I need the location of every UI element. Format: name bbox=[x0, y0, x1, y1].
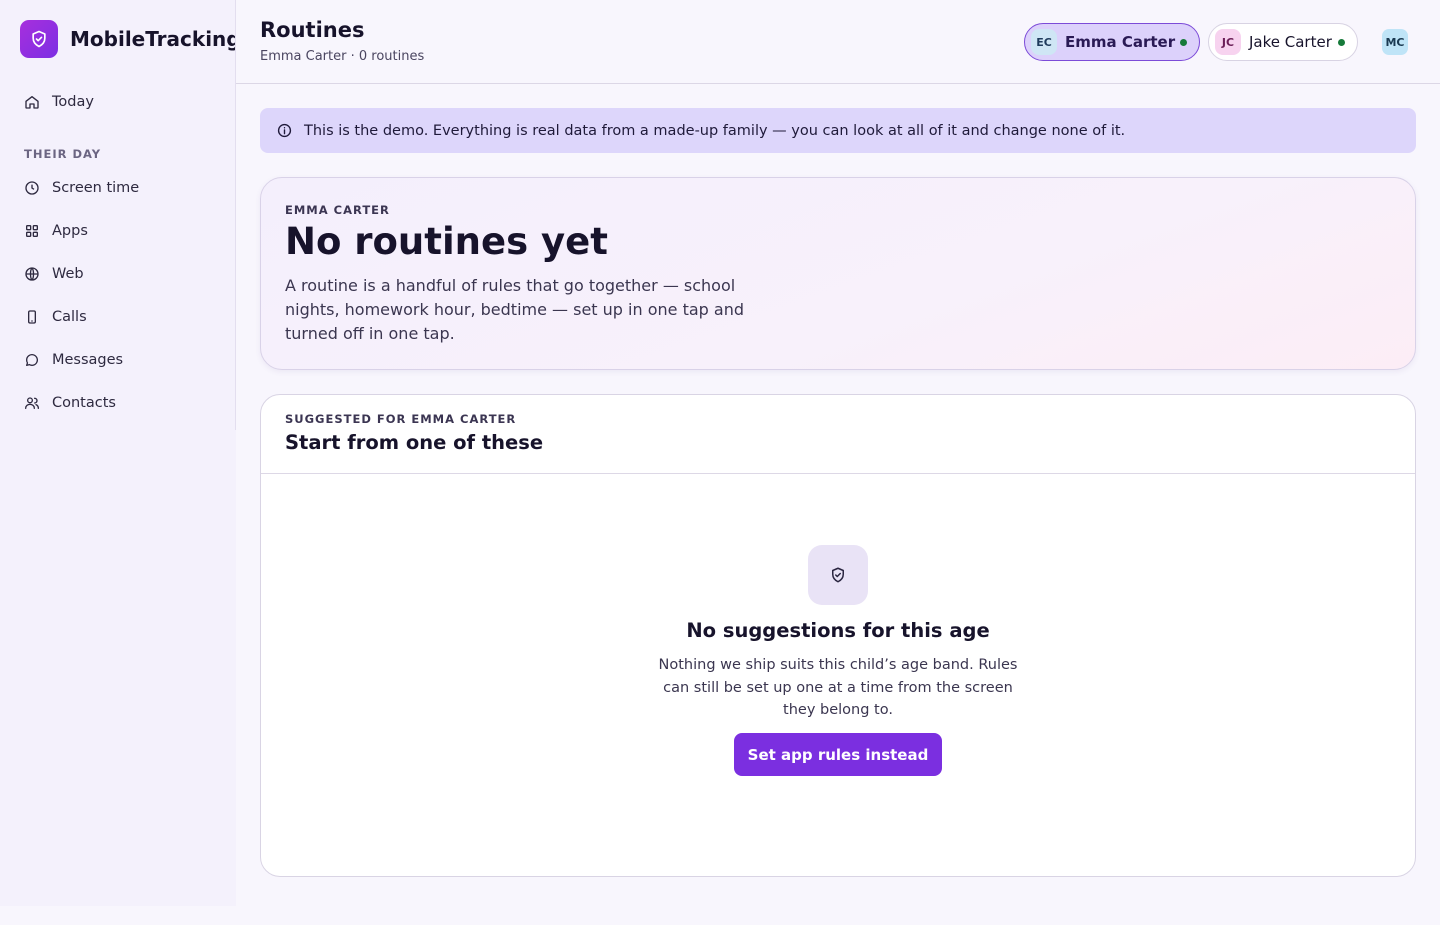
sidebar-item-label: Contacts bbox=[52, 395, 116, 411]
sidebar-section-label: THEIR DAY bbox=[24, 147, 102, 161]
empty-state-title: No suggestions for this age bbox=[686, 619, 990, 642]
hero-description: A routine is a handful of rules that go … bbox=[285, 276, 744, 343]
suggestions-title: Start from one of these bbox=[285, 431, 544, 454]
page-subtitle: Emma Carter · 0 routines bbox=[260, 49, 425, 64]
sidebar-item-today[interactable]: Today bbox=[24, 94, 94, 110]
user-avatar[interactable]: MC bbox=[1382, 29, 1408, 55]
sidebar-item-label: Calls bbox=[52, 309, 87, 325]
sidebar-item-calls[interactable]: Calls bbox=[24, 309, 87, 325]
suggestions-card: SUGGESTED FOR EMMA CARTER Start from one… bbox=[260, 394, 1416, 877]
shield-check-icon bbox=[20, 20, 58, 58]
info-icon bbox=[277, 123, 292, 138]
sidebar-item-contacts[interactable]: Contacts bbox=[24, 395, 116, 411]
sidebar-item-label: Messages bbox=[52, 352, 124, 368]
sidebar-item-label: Screen time bbox=[52, 180, 140, 196]
sidebar: MobileTracking Today THEIR DAY Screen ti… bbox=[0, 0, 241, 906]
suggestions-header: SUGGESTED FOR EMMA CARTER Start from one… bbox=[261, 395, 1415, 474]
sidebar-item-apps[interactable]: Apps bbox=[24, 223, 88, 239]
child-switch-jake-carter[interactable]: JC Jake Carter bbox=[1208, 23, 1358, 61]
sidebar-item-label: Web bbox=[52, 266, 84, 282]
sidebar-item-web[interactable]: Web bbox=[24, 266, 84, 282]
shield-check-icon bbox=[808, 545, 868, 605]
child-switch-emma-carter[interactable]: EC Emma Carter bbox=[1024, 23, 1200, 61]
set-app-rules-button[interactable]: Set app rules instead bbox=[734, 733, 942, 776]
brand[interactable]: MobileTracking bbox=[20, 20, 241, 58]
phone-icon bbox=[24, 309, 40, 325]
child-name: Jake Carter bbox=[1249, 33, 1332, 51]
app-name: MobileTracking bbox=[70, 27, 241, 51]
message-icon bbox=[24, 352, 40, 368]
banner-text: This is the demo. Everything is real dat… bbox=[304, 122, 1126, 139]
sidebar-item-screen-time[interactable]: Screen time bbox=[24, 180, 139, 196]
empty-state-description: Nothing we ship suits this child’s age b… bbox=[658, 657, 1018, 718]
top-bar: Routines Emma Carter · 0 routines EC Emm… bbox=[236, 0, 1440, 84]
clock-icon bbox=[24, 180, 40, 196]
avatar: EC bbox=[1031, 29, 1057, 55]
users-icon bbox=[24, 395, 40, 411]
globe-icon bbox=[24, 266, 40, 282]
avatar: JC bbox=[1215, 29, 1241, 55]
sidebar-item-messages[interactable]: Messages bbox=[24, 352, 123, 368]
page-title: Routines bbox=[260, 18, 365, 42]
online-status-dot bbox=[1180, 38, 1187, 46]
online-status-dot bbox=[1338, 38, 1345, 46]
suggestions-eyebrow: SUGGESTED FOR EMMA CARTER bbox=[285, 412, 517, 426]
grid-icon bbox=[24, 223, 40, 239]
hero-card: EMMA CARTER No routines yet A routine is… bbox=[260, 177, 1416, 370]
home-icon bbox=[24, 94, 40, 110]
demo-banner: This is the demo. Everything is real dat… bbox=[260, 108, 1416, 153]
hero-eyebrow: EMMA CARTER bbox=[285, 203, 390, 217]
child-name: Emma Carter bbox=[1065, 33, 1176, 51]
sidebar-item-label: Today bbox=[52, 94, 94, 110]
sidebar-item-label: Apps bbox=[52, 223, 88, 239]
hero-title: No routines yet bbox=[285, 220, 608, 263]
